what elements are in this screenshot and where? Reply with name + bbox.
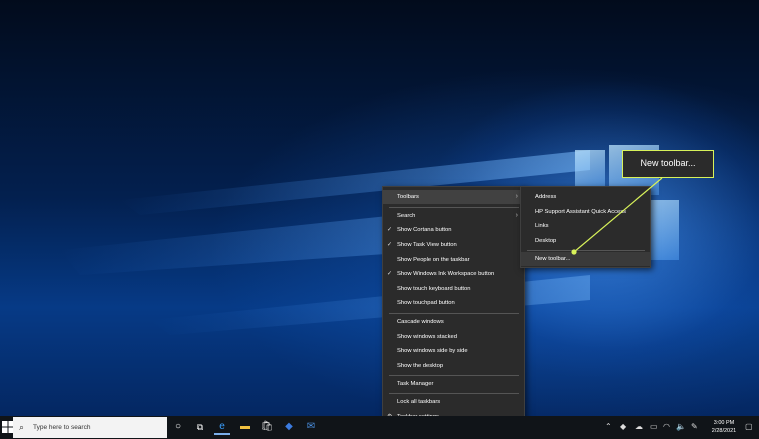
- search-icon: ⌕: [19, 422, 25, 432]
- taskbar-search-box[interactable]: ⌕ Type here to search: [13, 417, 167, 438]
- battery-icon[interactable]: ▭: [650, 419, 658, 435]
- volume-icon[interactable]: 🔈: [676, 419, 686, 435]
- file-explorer-icon[interactable]: ▬: [237, 419, 253, 435]
- edge-icon[interactable]: e: [214, 419, 230, 435]
- taskbar: ⌕ Type here to search ○ ⧉ e ▬ 🛍 ◆ ✉ ⌃ ◆ …: [0, 416, 759, 439]
- callout-label: New toolbar...: [622, 150, 714, 178]
- wifi-icon[interactable]: ◠: [663, 419, 670, 435]
- pen-icon[interactable]: ✎: [691, 419, 698, 435]
- onedrive-icon[interactable]: ☁: [635, 419, 643, 435]
- clock-date: 2/28/2021: [711, 428, 737, 434]
- task-view-icon[interactable]: ⧉: [192, 419, 208, 435]
- clock[interactable]: 3:00 PM 2/28/2021: [705, 419, 743, 435]
- cortana-icon[interactable]: ○: [170, 419, 186, 435]
- dropbox-tray-icon[interactable]: ◆: [620, 419, 626, 435]
- dropbox-icon[interactable]: ◆: [281, 419, 297, 435]
- store-icon[interactable]: 🛍: [259, 419, 275, 435]
- search-placeholder: Type here to search: [33, 424, 91, 431]
- mail-icon[interactable]: ✉: [303, 419, 319, 435]
- clock-time: 3:00 PM: [713, 420, 735, 426]
- callout-pointer-line: [571, 177, 663, 255]
- chevron-up-icon[interactable]: ⌃: [605, 419, 612, 435]
- notification-icon[interactable]: ▢: [745, 419, 753, 435]
